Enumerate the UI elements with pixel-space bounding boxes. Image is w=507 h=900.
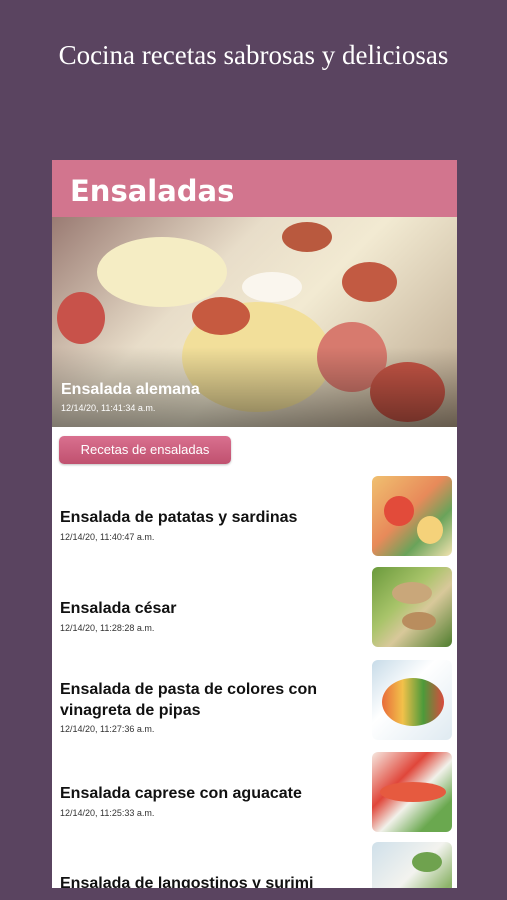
recipe-thumbnail bbox=[372, 752, 452, 832]
thumb-detail bbox=[402, 612, 436, 630]
hero-photo-onion bbox=[242, 272, 302, 302]
page-title: Ensaladas bbox=[52, 160, 457, 217]
banner-title: Cocina recetas sabrosas y deliciosas bbox=[58, 40, 449, 70]
recipe-thumbnail bbox=[372, 660, 452, 740]
featured-recipe-title: Ensalada alemana bbox=[61, 381, 200, 398]
thumb-detail bbox=[412, 852, 442, 872]
list-item-date: 12/14/20, 11:40:47 a.m. bbox=[60, 532, 155, 542]
list-item-title: Ensalada de langostinos y surimi bbox=[60, 875, 314, 888]
list-item-title: Ensalada césar bbox=[60, 600, 177, 617]
list-item-date: 12/14/20, 11:27:36 a.m. bbox=[60, 724, 155, 734]
list-item[interactable]: Ensalada caprese con aguacate 12/14/20, … bbox=[52, 752, 457, 838]
thumb-detail bbox=[382, 678, 444, 726]
list-item-title: Ensalada de pasta de colores con vinagre… bbox=[60, 681, 317, 719]
thumb-detail bbox=[417, 516, 443, 544]
app-screen: Ensaladas Ensalada alemana 12/14/20, 11:… bbox=[52, 160, 457, 888]
list-item[interactable]: Ensalada de patatas y sardinas 12/14/20,… bbox=[52, 476, 457, 562]
thumb-detail bbox=[392, 582, 432, 604]
recipe-thumbnail bbox=[372, 476, 452, 556]
hero-photo-potato bbox=[97, 237, 227, 307]
list-item[interactable]: Ensalada césar 12/14/20, 11:28:28 a.m. bbox=[52, 567, 457, 653]
list-item-date: 12/14/20, 11:25:33 a.m. bbox=[60, 808, 155, 818]
list-item-date: 12/14/20, 11:28:28 a.m. bbox=[60, 623, 155, 633]
category-chip[interactable]: Recetas de ensaladas bbox=[59, 436, 231, 464]
thumb-detail bbox=[380, 782, 446, 802]
list-item-title: Ensalada de patatas y sardinas bbox=[60, 509, 298, 526]
list-item[interactable]: Ensalada de langostinos y surimi bbox=[52, 842, 457, 888]
hero-photo-sausage bbox=[192, 297, 250, 335]
hero-photo-sausage bbox=[282, 222, 332, 252]
recipe-thumbnail bbox=[372, 567, 452, 647]
recipe-thumbnail bbox=[372, 842, 452, 888]
hero-photo-sausage bbox=[57, 292, 105, 344]
featured-recipe-card[interactable]: Ensalada alemana 12/14/20, 11:41:34 a.m. bbox=[52, 217, 457, 427]
list-item-title: Ensalada caprese con aguacate bbox=[60, 785, 302, 802]
featured-recipe-date: 12/14/20, 11:41:34 a.m. bbox=[61, 403, 156, 413]
list-item[interactable]: Ensalada de pasta de colores con vinagre… bbox=[52, 658, 457, 754]
thumb-detail bbox=[384, 496, 414, 526]
hero-photo-sausage bbox=[342, 262, 397, 302]
